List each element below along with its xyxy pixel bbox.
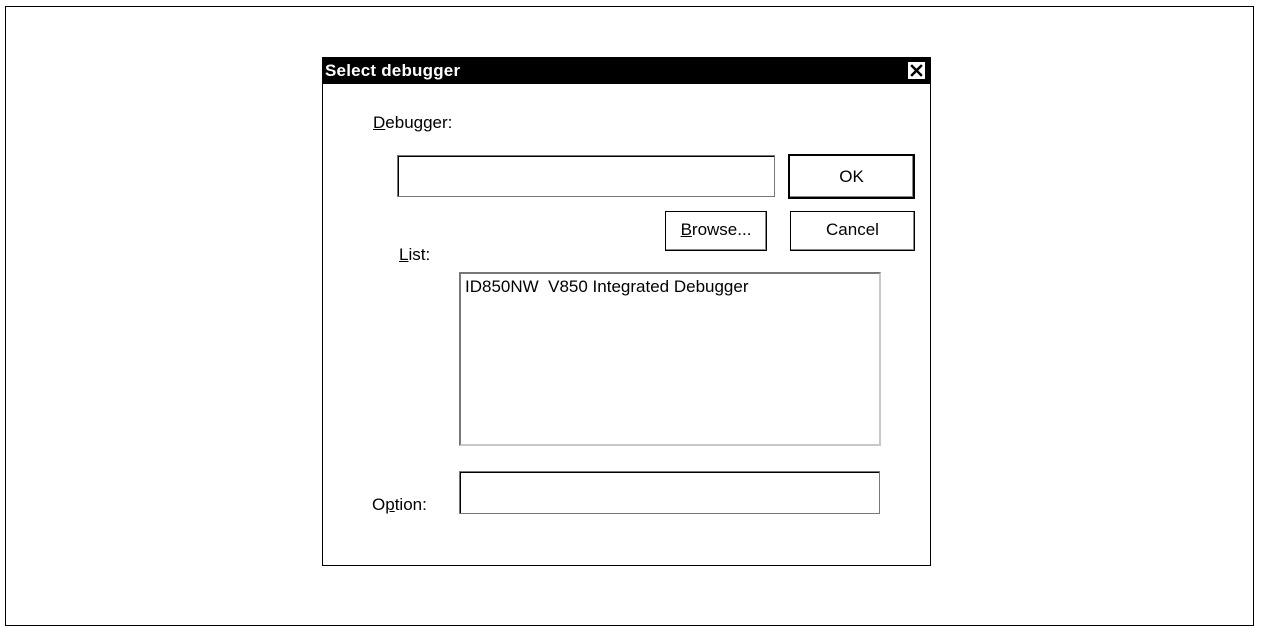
option-label-accel: p: [385, 495, 395, 514]
browse-button-accel: B: [680, 220, 692, 239]
debugger-input[interactable]: [397, 155, 775, 197]
close-button[interactable]: [907, 61, 926, 80]
list-label-text: ist:: [408, 245, 431, 264]
debugger-label-accel: D: [373, 113, 386, 132]
option-input[interactable]: [459, 471, 880, 514]
ok-button[interactable]: OK: [788, 154, 915, 199]
title-bar[interactable]: Select debugger: [323, 58, 930, 84]
list-item[interactable]: ID850NW V850 Integrated Debugger: [465, 277, 749, 297]
ok-button-label: OK: [839, 167, 864, 186]
dialog-title: Select debugger: [325, 61, 461, 80]
option-label: Option:: [372, 495, 427, 515]
browse-button[interactable]: Browse...: [665, 211, 767, 251]
cancel-button-label: Cancel: [826, 220, 879, 239]
option-label-pre: O: [372, 495, 386, 514]
browse-button-label: rowse...: [691, 220, 752, 239]
close-icon: [910, 64, 923, 77]
list-label: List:: [399, 245, 430, 265]
debugger-listbox[interactable]: ID850NW V850 Integrated Debugger: [459, 272, 881, 446]
cancel-button[interactable]: Cancel: [790, 211, 915, 251]
debugger-label-text: ebugger:: [385, 113, 453, 132]
select-debugger-dialog: Select debugger Debugger: OK Browse... C…: [322, 57, 931, 566]
option-label-text: tion:: [394, 495, 427, 514]
debugger-label: Debugger:: [373, 113, 452, 133]
